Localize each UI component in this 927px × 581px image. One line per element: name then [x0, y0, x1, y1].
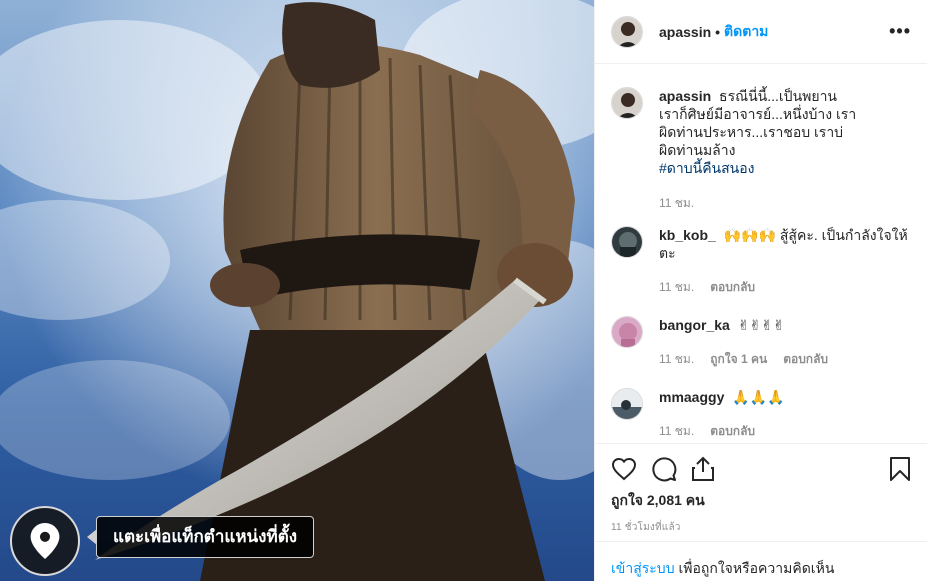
avatar[interactable]: [611, 316, 643, 348]
comment-likes[interactable]: ถูกใจ 1 คน: [710, 350, 767, 368]
location-tooltip: แตะเพื่อแท็กตำแหน่งที่ตั้ง: [86, 516, 315, 558]
avatar[interactable]: [611, 388, 643, 420]
instagram-post: แตะเพื่อแท็กตำแหน่งที่ตั้ง apassin • ติด…: [0, 0, 927, 581]
avatar[interactable]: [611, 226, 643, 258]
comment-icon[interactable]: [651, 456, 677, 482]
comments-list[interactable]: apassin ธรณีนี่นี้...เป็นพยาน เราก็ศิษย์…: [595, 65, 927, 443]
reply-button[interactable]: ตอบกลับ: [710, 422, 755, 440]
photo-scene: [0, 0, 594, 581]
comment-time: 11 ชม.: [659, 352, 695, 366]
heart-icon[interactable]: [611, 457, 637, 481]
likes-count[interactable]: ถูกใจ 2,081 คน: [611, 490, 911, 512]
login-prompt: เข้าสู่ระบบ เพื่อถูกใจหรือความคิดเห็น: [595, 541, 927, 581]
comment-text: 🙏🙏🙏: [732, 389, 785, 405]
follow-button[interactable]: ติดตาม: [724, 21, 768, 43]
tag-location-button[interactable]: [10, 506, 80, 576]
post-timestamp: 11 ชั่วโมงที่แล้ว: [611, 522, 681, 533]
avatar[interactable]: [611, 87, 643, 119]
list-item: mmaaggy 🙏🙏🙏 11 ชม. ตอบกลับ: [611, 388, 911, 440]
caption-time: 11 ชม.: [659, 196, 695, 210]
avatar[interactable]: [611, 15, 643, 48]
bookmark-icon[interactable]: [889, 456, 911, 482]
comment-text: ✌✌✌✌: [737, 317, 785, 333]
login-prompt-text: เพื่อถูกใจหรือความคิดเห็น: [674, 560, 835, 576]
list-item: bangor_ka ✌✌✌✌ 11 ชม. ถูกใจ 1 คน ตอบกลับ: [611, 316, 911, 368]
list-item: kb_kob_ 🙌🙌🙌 สู้สู้คะ. เป็นกำลังใจให้ตะ 1…: [611, 226, 911, 296]
more-options-icon[interactable]: •••: [889, 21, 911, 42]
caption: apassin ธรณีนี่นี้...เป็นพยาน เราก็ศิษย์…: [611, 87, 911, 212]
location-pin-icon: [30, 523, 60, 559]
comment-username[interactable]: kb_kob_: [659, 227, 716, 243]
reply-button[interactable]: ตอบกลับ: [710, 278, 755, 296]
post-actions: ถูกใจ 2,081 คน 11 ชั่วโมงที่แล้ว: [595, 443, 927, 535]
caption-username[interactable]: apassin: [659, 88, 711, 104]
header-username[interactable]: apassin: [659, 24, 711, 40]
reply-button[interactable]: ตอบกลับ: [783, 350, 828, 368]
post-photo[interactable]: แตะเพื่อแท็กตำแหน่งที่ตั้ง: [0, 0, 594, 581]
caption-hashtag[interactable]: #ดาบนี้คืนสนอง: [659, 160, 755, 176]
comment-time: 11 ชม.: [659, 424, 695, 438]
comment-time: 11 ชม.: [659, 280, 695, 294]
post-header: apassin • ติดตาม •••: [595, 0, 927, 64]
separator-dot: •: [715, 23, 721, 40]
share-icon[interactable]: [691, 456, 715, 482]
login-link[interactable]: เข้าสู่ระบบ: [611, 560, 675, 576]
post-side-panel: apassin • ติดตาม ••• apassin ธรณีนี่นี้.…: [594, 0, 927, 581]
comment-username[interactable]: bangor_ka: [659, 317, 730, 333]
comment-username[interactable]: mmaaggy: [659, 389, 724, 405]
